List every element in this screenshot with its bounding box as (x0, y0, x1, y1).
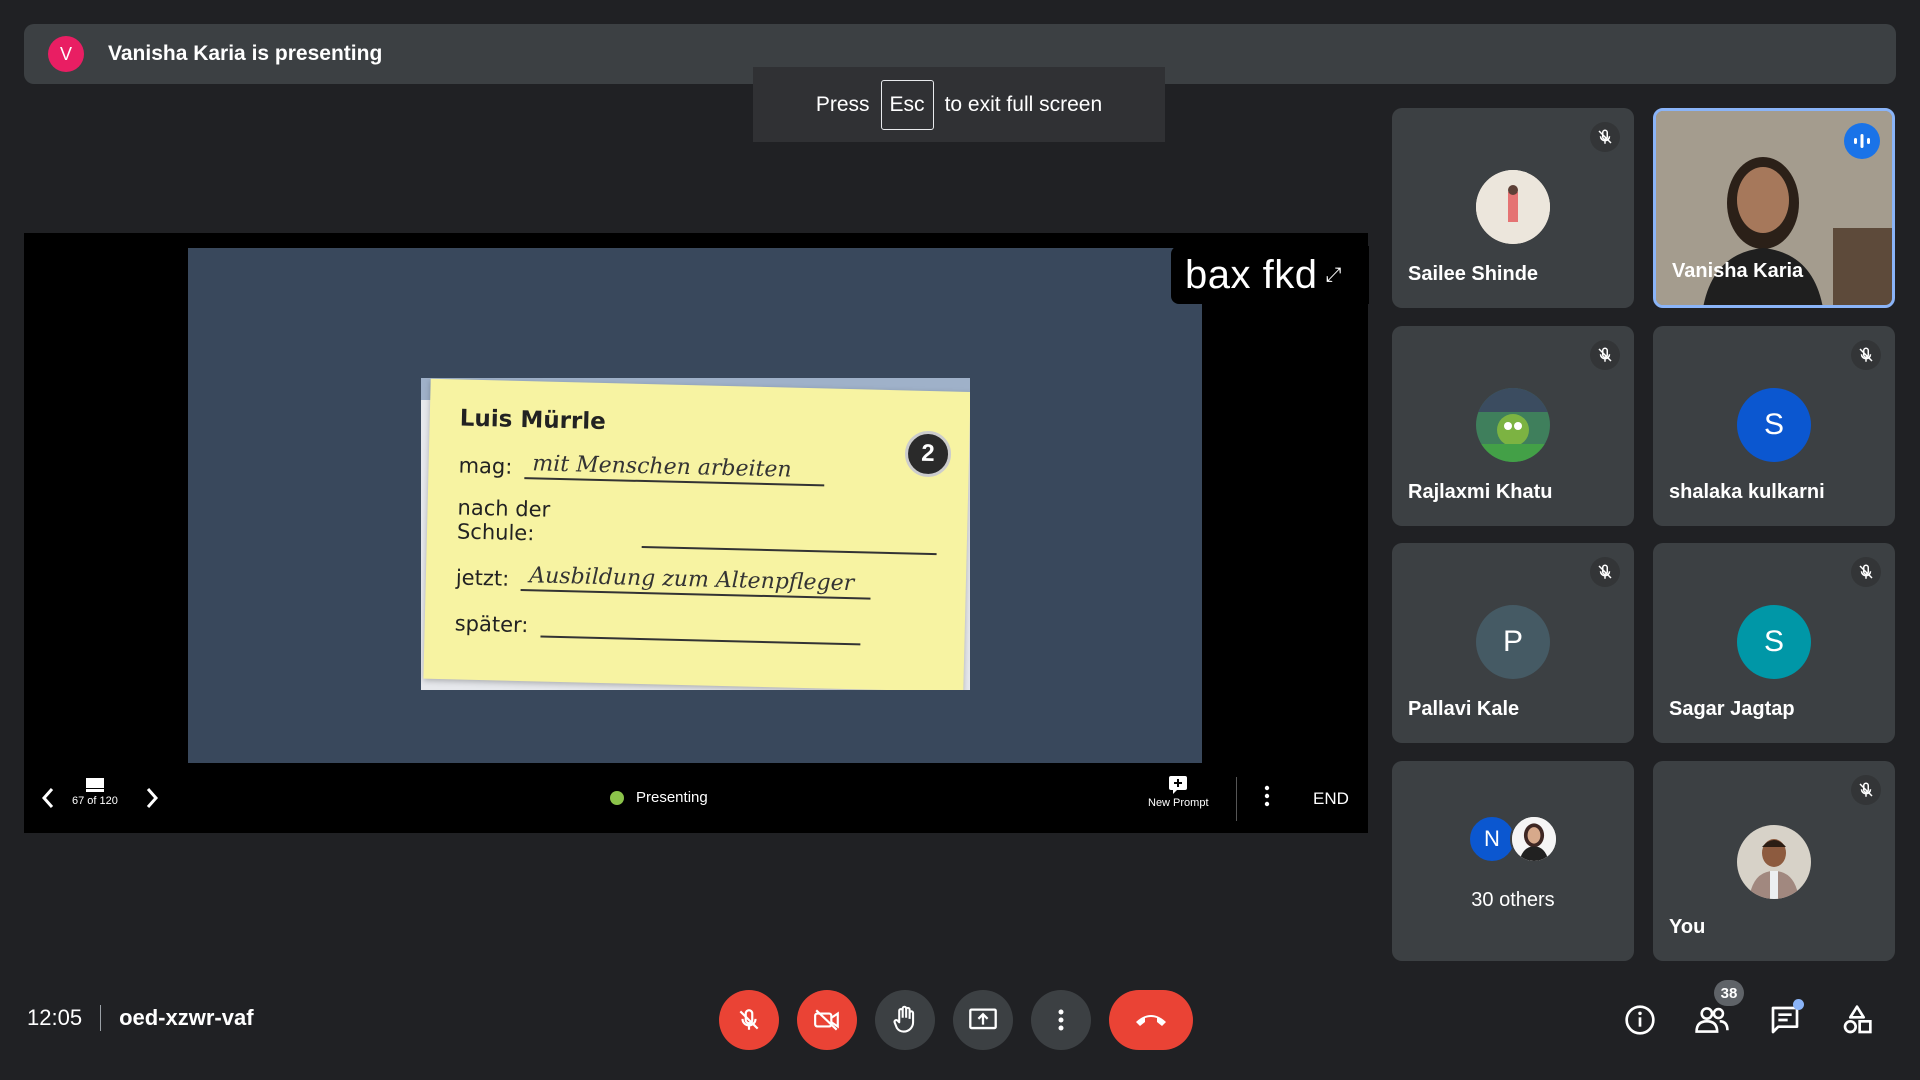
new-prompt-button[interactable]: New Prompt (1148, 775, 1209, 809)
presenter-avatar: V (48, 36, 84, 72)
participant-name: Pallavi Kale (1408, 698, 1520, 720)
more-options-button[interactable] (1264, 785, 1270, 807)
meeting-code: oed-xzwr-vaf (119, 1005, 254, 1030)
participant-tile[interactable]: Rajlaxmi Khatu (1392, 326, 1634, 526)
participant-tile[interactable]: S Sagar Jagtap (1653, 543, 1895, 743)
camera-off-icon (814, 1009, 839, 1031)
avatar (1476, 170, 1550, 244)
mic-off-icon (1590, 122, 1620, 152)
activities-shapes-icon (1843, 1005, 1872, 1034)
toast-press: Press (815, 92, 870, 116)
toast-exit: to exit full screen (944, 92, 1103, 116)
participant-tile[interactable]: P Pallavi Kale (1392, 543, 1634, 743)
expand-icon[interactable]: ⤢ (1325, 264, 1342, 287)
speaking-indicator-icon (1844, 123, 1880, 159)
avatar (1476, 388, 1550, 462)
people-button[interactable] (1692, 1000, 1732, 1040)
mic-off-icon (1590, 340, 1620, 370)
note-row: nach der Schule: (457, 495, 938, 556)
prev-slide-button[interactable] (36, 783, 60, 813)
leave-call-button[interactable] (1109, 990, 1193, 1050)
participant-name: Vanisha Karia (1672, 260, 1804, 282)
participant-name: shalaka kulkarni (1669, 481, 1825, 503)
mic-toggle-button[interactable] (719, 990, 779, 1050)
watermark: bax fkd ⤢ (1171, 246, 1369, 304)
avatar: S (1737, 605, 1811, 679)
camera-toggle-button[interactable] (797, 990, 857, 1050)
others-count: 30 others (1471, 889, 1555, 911)
participant-count-badge: 38 (1714, 980, 1744, 1006)
sticky-note: Luis Mürrle 2 mag: mit Menschen arbeiten… (423, 378, 970, 690)
mic-off-icon (1851, 340, 1881, 370)
mic-off-icon (1851, 775, 1881, 805)
raise-hand-button[interactable] (875, 990, 935, 1050)
slide: Luis Mürrle 2 mag: mit Menschen arbeiten… (188, 248, 1202, 763)
avatar: S (1737, 388, 1811, 462)
meeting-info: 12:05 oed-xzwr-vaf (27, 1005, 254, 1031)
participant-tile-speaking[interactable]: Vanisha Karia (1653, 108, 1895, 308)
avatar (1737, 825, 1811, 899)
avatar: N (1468, 815, 1516, 863)
presenting-status: Presenting (610, 789, 708, 806)
activities-button[interactable] (1837, 1000, 1877, 1040)
next-slide-button[interactable] (140, 783, 164, 813)
mic-off-icon (739, 1009, 759, 1030)
participant-tile[interactable]: Sailee Shinde (1392, 108, 1634, 308)
people-icon (1695, 1007, 1729, 1033)
unread-dot (1793, 999, 1804, 1010)
note-row: später: (454, 607, 935, 647)
slides-icon (85, 778, 104, 792)
note-title: Luis Mürrle (459, 405, 607, 436)
status-dot-icon (610, 790, 624, 805)
participant-name: Sailee Shinde (1408, 263, 1539, 285)
note-row: mag: mit Menschen arbeiten (458, 449, 939, 489)
end-presentation-button[interactable]: END (1313, 789, 1349, 809)
note-row: jetzt: Ausbildung zum Altenpfleger (456, 561, 937, 601)
avatar: P (1476, 605, 1550, 679)
watermark-text: bax fkd (1185, 252, 1318, 297)
participant-name: You (1669, 916, 1706, 938)
more-vert-icon (1264, 785, 1270, 807)
present-button[interactable] (953, 990, 1013, 1050)
note-number: 2 (904, 430, 952, 478)
mic-off-icon (1851, 557, 1881, 587)
presentation-stage: Luis Mürrle 2 mag: mit Menschen arbeiten… (24, 233, 1368, 833)
others-tile[interactable]: N 30 others (1392, 761, 1634, 961)
info-icon (1625, 1005, 1655, 1035)
esc-key: Esc (880, 79, 934, 130)
chevron-right-icon (146, 788, 159, 808)
present-screen-icon (969, 1008, 997, 1030)
chevron-left-icon (41, 788, 54, 808)
mic-off-icon (1590, 557, 1620, 587)
participant-name: Sagar Jagtap (1669, 698, 1795, 720)
self-tile[interactable]: You (1653, 761, 1895, 961)
slide-counter[interactable]: 67 of 120 (72, 777, 118, 807)
hang-up-icon (1136, 1015, 1166, 1026)
participant-tile[interactable]: S shalaka kulkarni (1653, 326, 1895, 526)
add-comment-icon (1169, 776, 1188, 794)
more-options-button[interactable] (1031, 990, 1091, 1050)
slide-controls: 67 of 120 Presenting New Prompt END (24, 763, 1368, 833)
slide-image: Luis Mürrle 2 mag: mit Menschen arbeiten… (421, 378, 970, 690)
presenting-text: Vanisha Karia is presenting (108, 42, 383, 65)
fullscreen-toast: Press Esc to exit full screen (753, 67, 1165, 142)
hand-icon (893, 1005, 915, 1033)
clock: 12:05 (27, 1005, 83, 1030)
participant-name: Rajlaxmi Khatu (1408, 481, 1553, 503)
more-vert-icon (1058, 1009, 1064, 1031)
avatar (1510, 815, 1558, 863)
meeting-details-button[interactable] (1620, 1000, 1660, 1040)
